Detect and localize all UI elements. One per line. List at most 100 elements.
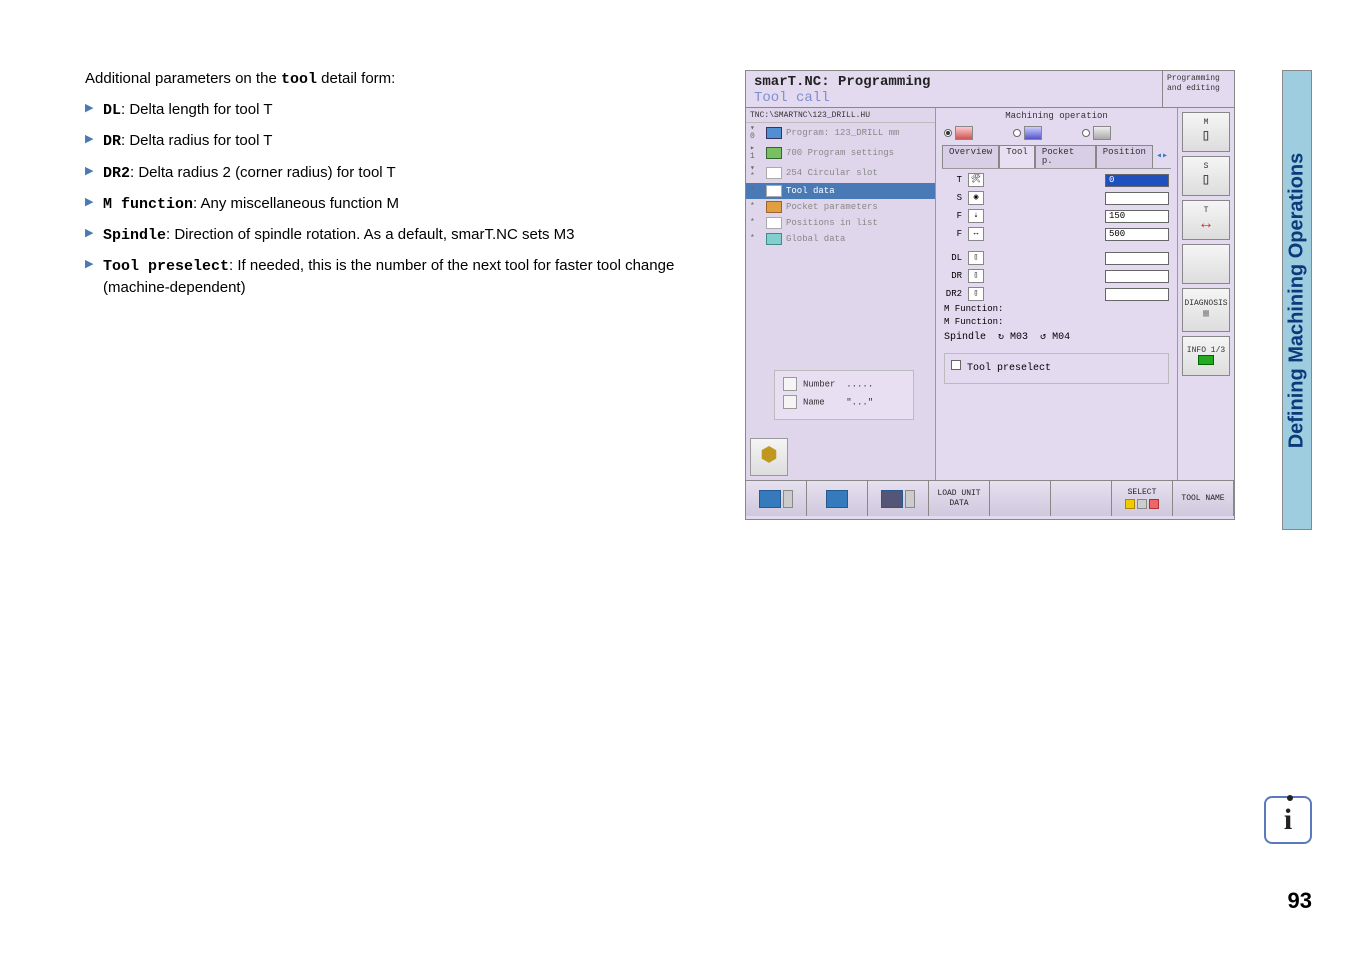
tree-label: Tool data [786,187,835,196]
t-label: T [944,176,962,185]
diagnosis-side-btn[interactable]: DIAGNOSIS ▦ [1182,288,1230,332]
sk-load[interactable]: LOAD UNIT DATA [929,481,990,516]
page-number: 93 [1288,888,1312,914]
tree-marker: ▸ 1 [750,145,762,161]
m04-label: M04 [1052,333,1070,343]
infobox-name-label: Name [803,397,825,407]
tree-label: Pocket parameters [786,203,878,212]
tree-row[interactable]: ▾ 0 Program: 123_DRILL mm [746,123,935,143]
tree-label: Global data [786,235,845,244]
tab-tool[interactable]: Tool [999,145,1035,168]
infobox-number-val: ..... [846,379,873,389]
tooldata-icon [766,185,782,197]
radio-off[interactable] [1082,129,1090,137]
sk-toolname-label: TOOL NAME [1181,494,1224,504]
tree-row[interactable]: * Global data [746,231,935,247]
f2-label: F [944,230,962,239]
t-input[interactable]: 0 [1105,174,1169,187]
tree-label: Program: 123_DRILL mm [786,129,899,138]
bullet-desc: : Direction of spindle rotation. As a de… [166,226,575,243]
text-column: Additional parameters on the tool detail… [85,70,725,520]
dr-input[interactable] [1105,270,1169,283]
sidebar-icons: M ▯ S ▯ T ↔ DIAGNOSIS ▦ INFO 1/3 [1177,108,1234,480]
tab-position[interactable]: Position [1096,145,1153,168]
m04-icon: ↺ [1040,333,1046,343]
bullet-list: DL: Delta length for tool T DR : Delta ra… [85,100,725,298]
s-input[interactable] [1105,192,1169,205]
f-label: F [944,212,962,221]
f2-icon: ↔ [968,227,984,241]
bullet-term: Tool preselect [103,258,229,275]
sk-toolname[interactable]: TOOL NAME [1173,481,1234,516]
ss-title-line1: smarT.NC: Programming [754,75,1154,89]
sk-load-label: LOAD UNIT DATA [931,489,987,508]
radio-on[interactable] [944,129,952,137]
dr2-input[interactable] [1105,288,1169,301]
tree-marker: * [750,187,762,195]
f2-input[interactable]: 500 [1105,228,1169,241]
tab-pocket[interactable]: Pocket p. [1035,145,1096,168]
sk6[interactable] [1051,481,1112,516]
tree-row-selected[interactable]: * Tool data [746,183,935,199]
tree-row[interactable]: ▾ * 254 Circular slot [746,163,935,183]
tree-row[interactable]: ▸ 1 700 Program settings [746,143,935,163]
bullet-term: DR [103,133,121,150]
infobox-name-val: "..." [846,397,873,407]
m-side-btn[interactable]: M ▯ [1182,112,1230,152]
dl-icon: ▯ [968,251,984,265]
intro-text: Additional parameters on the tool detail… [85,70,725,88]
dl-label: DL [944,254,962,263]
s-side-btn[interactable]: S ▯ [1182,156,1230,196]
tree-label: Positions in list [786,219,878,228]
dr2-icon: ▯ [968,287,984,301]
t-side-btn[interactable]: T ↔ [1182,200,1230,240]
tab-overview[interactable]: Overview [942,145,999,168]
bullet-item: DL: Delta length for tool T [85,100,725,121]
intro-suffix: detail form: [317,70,395,87]
tree-row[interactable]: * Pocket parameters [746,199,935,215]
name-icon [783,395,797,409]
sk2[interactable] [807,481,868,516]
f-input[interactable]: 150 [1105,210,1169,223]
dr2-label: DR2 [944,290,962,299]
unit-icon: ⬢ [750,438,788,476]
ss-mode: Programming and editing [1162,71,1234,107]
sk-select[interactable]: SELECT [1112,481,1173,516]
sk1-icon [759,490,781,508]
diag-side-label: DIAGNOSIS [1184,300,1227,309]
tool-preselect-checkbox[interactable] [951,360,961,370]
bullet-desc: : Delta radius 2 (corner radius) for too… [130,164,396,181]
sk3-icon [881,490,903,508]
pocket-icon [766,201,782,213]
tree-label: 700 Program settings [786,149,894,158]
ss-header: smarT.NC: Programming Tool call Programm… [746,71,1234,108]
bullet-item: DR2: Delta radius 2 (corner radius) for … [85,163,725,184]
info-icon-button[interactable]: i [1264,796,1312,844]
blank-side-btn[interactable] [1182,244,1230,284]
form-panel: Machining operation Overview Tool Pocket… [936,108,1177,480]
bullet-item: Tool preselect: If needed, this is the n… [85,256,725,298]
sk3[interactable] [868,481,929,516]
info-side-btn[interactable]: INFO 1/3 [1182,336,1230,376]
tree-marker: ▾ * [750,165,762,181]
info-side-label: INFO 1/3 [1187,347,1225,356]
dr-label: DR [944,272,962,281]
ss-title-line2: Tool call [754,91,1154,105]
tree-row[interactable]: * Positions in list [746,215,935,231]
s-label: S [944,194,962,203]
tabs: Overview Tool Pocket p. Position ◂▸ [942,145,1171,169]
global-icon [766,233,782,245]
tab-scroll-icon[interactable]: ◂▸ [1153,152,1171,162]
cycle-icon [766,167,782,179]
bullet-term: DL [103,102,121,119]
bullet-item: Spindle: Direction of spindle rotation. … [85,225,725,246]
t-icon: 🛠 [968,173,984,187]
sk5[interactable] [990,481,1051,516]
radio-off[interactable] [1013,129,1021,137]
f-icon: ⇣ [968,209,984,223]
sk1[interactable] [746,481,807,516]
op-icon-2 [1024,126,1042,140]
positions-icon [766,217,782,229]
sk3-icon2 [905,490,915,508]
dl-input[interactable] [1105,252,1169,265]
